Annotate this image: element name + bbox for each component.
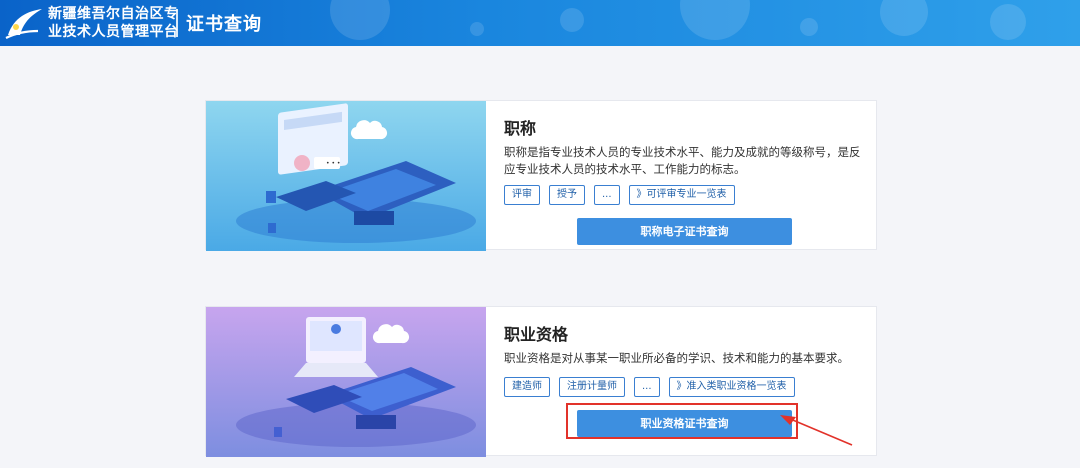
title-certificate-query-button[interactable]: 职称电子证书查询	[577, 218, 792, 245]
tag-list: 建造师 注册计量师 ... 》准入类职业资格一览表	[504, 377, 795, 397]
platform-name-line2: 业技术人员管理平台	[48, 24, 179, 40]
tag-grant[interactable]: 授予	[549, 185, 585, 205]
tag-constructor[interactable]: 建造师	[504, 377, 550, 397]
card-description: 职称是指专业技术人员的专业技术水平、能力及成就的等级称号，是反应专业技术人员的技…	[504, 145, 861, 176]
title-card: • • • 职称 职称是指专业技术人员的专业技术水平、能力及成就的等级称号，是反…	[205, 100, 877, 251]
platform-name[interactable]: 新疆维吾尔自治区专 业技术人员管理平台	[48, 5, 179, 41]
title-certificate-illustration: • • •	[206, 101, 486, 251]
card-title: 职业资格	[504, 325, 569, 344]
tag-access-qualifications-list[interactable]: 》准入类职业资格一览表	[668, 377, 795, 397]
platform-name-line1: 新疆维吾尔自治区专	[48, 6, 179, 22]
tag-reviewable-majors-list[interactable]: 》可评审专业一览表	[628, 185, 735, 205]
page-title: 证书查询	[186, 14, 262, 35]
card-title: 职称	[504, 119, 537, 138]
annotation-arrow-icon	[780, 415, 853, 446]
qualification-certificate-illustration	[206, 307, 486, 457]
platform-logo-icon[interactable]	[4, 5, 44, 41]
card-description: 职业资格是对从事某一职业所必备的学识、技术和能力的基本要求。	[504, 351, 849, 365]
svg-text:• • •: • • •	[326, 160, 340, 167]
tag-review[interactable]: 评审	[504, 185, 540, 205]
tag-registered-metrologist[interactable]: 注册计量师	[559, 377, 625, 397]
top-header: 新疆维吾尔自治区专 业技术人员管理平台 证书查询	[0, 0, 1080, 46]
header-divider	[176, 9, 178, 37]
tag-list: 评审 授予 ... 》可评审专业一览表	[504, 185, 735, 205]
tag-more[interactable]: ...	[594, 185, 620, 205]
tag-more[interactable]: ...	[634, 377, 660, 397]
